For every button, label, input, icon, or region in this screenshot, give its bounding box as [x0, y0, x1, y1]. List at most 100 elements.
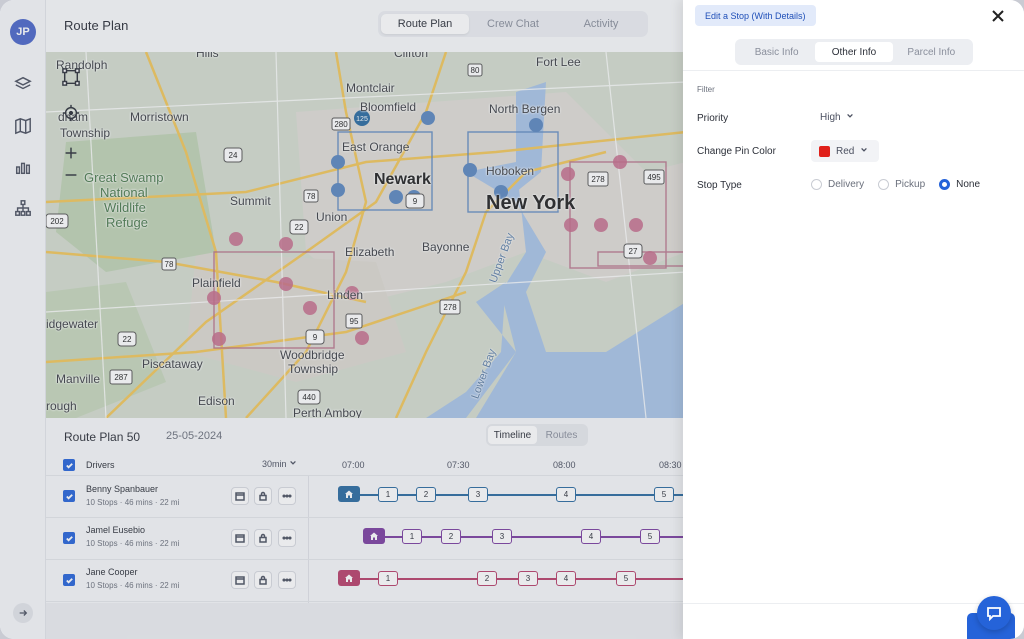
- stop-marker[interactable]: 3: [468, 487, 488, 502]
- driver-name: Jane Cooper: [86, 567, 138, 577]
- tab-crew-chat[interactable]: Crew Chat: [469, 14, 557, 34]
- hierarchy-icon[interactable]: [13, 198, 33, 218]
- home-icon[interactable]: [363, 528, 385, 544]
- map-label: Perth Amboy: [293, 406, 362, 418]
- tab-other-info[interactable]: Other Info: [815, 42, 893, 62]
- tab-timeline[interactable]: Timeline: [488, 426, 537, 444]
- driver-checkbox[interactable]: [63, 490, 75, 502]
- home-icon[interactable]: [338, 486, 360, 502]
- home-icon[interactable]: [338, 570, 360, 586]
- time-label: 08:30: [659, 460, 682, 470]
- svg-text:22: 22: [123, 335, 132, 344]
- stop-marker[interactable]: 3: [518, 571, 538, 586]
- stop-marker[interactable]: 5: [640, 529, 660, 544]
- stop-marker[interactable]: 3: [492, 529, 512, 544]
- calendar-icon[interactable]: [231, 487, 249, 505]
- more-icon[interactable]: [278, 487, 296, 505]
- tab-route-plan[interactable]: Route Plan: [381, 14, 469, 34]
- draw-area-icon[interactable]: [58, 64, 84, 90]
- map-label: Hills: [196, 52, 219, 60]
- close-icon[interactable]: [990, 8, 1006, 24]
- map-label: Refuge: [106, 215, 148, 230]
- lock-icon[interactable]: [254, 529, 272, 547]
- map-label: Fort Lee: [536, 55, 581, 69]
- svg-text:78: 78: [165, 260, 174, 269]
- stop-marker[interactable]: 1: [402, 529, 422, 544]
- tab-routes[interactable]: Routes: [537, 426, 586, 444]
- map-label: Montclair: [346, 81, 395, 95]
- driver-name: Benny Spanbauer: [86, 484, 159, 494]
- svg-text:202: 202: [50, 217, 64, 226]
- plan-date: 25-05-2024: [166, 430, 223, 442]
- map-label: New York: [486, 192, 576, 214]
- priority-value: High: [820, 112, 841, 123]
- timeline-panel: Route Plan 50 25-05-2024 Timeline Routes…: [46, 418, 686, 603]
- table-row: Benny Spanbauer 10 Stops · 46 mins · 22 …: [46, 476, 686, 518]
- driver-meta: 10 Stops · 46 mins · 22 mi: [86, 498, 180, 507]
- lock-icon[interactable]: [254, 571, 272, 589]
- stop-type-radios: Delivery Pickup None: [811, 179, 980, 190]
- priority-label: Priority: [697, 113, 729, 124]
- stop-marker[interactable]: 2: [477, 571, 497, 586]
- stop-marker[interactable]: 2: [416, 487, 436, 502]
- svg-text:495: 495: [647, 173, 661, 182]
- calendar-icon[interactable]: [231, 529, 249, 547]
- stop-marker[interactable]: 4: [581, 529, 601, 544]
- stop-type-label: Stop Type: [697, 180, 742, 191]
- tab-activity[interactable]: Activity: [557, 14, 645, 34]
- stop-marker[interactable]: 5: [616, 571, 636, 586]
- interval-select[interactable]: 30min: [262, 459, 297, 469]
- radio-pickup[interactable]: Pickup: [878, 179, 925, 190]
- calendar-icon[interactable]: [231, 571, 249, 589]
- more-icon[interactable]: [278, 529, 296, 547]
- more-icon[interactable]: [278, 571, 296, 589]
- expand-arrow-icon[interactable]: [13, 603, 33, 623]
- left-rail: JP: [0, 0, 46, 639]
- stop-marker[interactable]: 4: [556, 571, 576, 586]
- time-label: 07:30: [447, 460, 470, 470]
- map-label: Newark: [374, 171, 431, 188]
- priority-select[interactable]: High: [820, 112, 854, 123]
- stop-marker[interactable]: 5: [654, 487, 674, 502]
- radio-delivery[interactable]: Delivery: [811, 179, 864, 190]
- stop-marker[interactable]: 2: [441, 529, 461, 544]
- lock-icon[interactable]: [254, 487, 272, 505]
- map-view[interactable]: 125 80 78 22 9 78 95 278 9 22 287 440 27…: [46, 52, 686, 418]
- svg-text:440: 440: [302, 393, 316, 402]
- driver-checkbox[interactable]: [63, 532, 75, 544]
- map-label: Bayonne: [422, 240, 470, 254]
- driver-checkbox[interactable]: [63, 574, 75, 586]
- svg-text:280: 280: [334, 120, 348, 129]
- tab-basic-info[interactable]: Basic Info: [738, 42, 815, 62]
- svg-text:78: 78: [307, 192, 316, 201]
- pin-color-value: Red: [836, 145, 855, 157]
- chart-icon[interactable]: [13, 157, 33, 177]
- view-tabs: Timeline Routes: [486, 424, 588, 446]
- select-all-checkbox[interactable]: [63, 459, 75, 471]
- map-label: Linden: [327, 288, 364, 302]
- app-window: JP Route Plan Route Plan Crew Chat Activ…: [0, 0, 1024, 639]
- tab-parcel-info[interactable]: Parcel Info: [893, 42, 970, 62]
- layers-icon[interactable]: [13, 74, 33, 94]
- stop-marker[interactable]: 4: [556, 487, 576, 502]
- map-label: Clifton: [394, 52, 429, 60]
- radio-none[interactable]: None: [939, 179, 980, 190]
- zoom-out-icon[interactable]: [58, 162, 84, 188]
- stop-marker[interactable]: 1: [378, 571, 398, 586]
- stop-marker[interactable]: 1: [378, 487, 398, 502]
- chevron-down-icon: [289, 459, 297, 469]
- map-label: Summit: [230, 194, 271, 208]
- map-label: Township: [288, 362, 339, 376]
- pin-color-select[interactable]: Red: [811, 140, 879, 162]
- time-label: 08:00: [553, 460, 576, 470]
- map-label: Edison: [198, 394, 235, 408]
- map-label: East Orange: [342, 140, 410, 154]
- map-icon[interactable]: [13, 116, 33, 136]
- interval-value: 30min: [262, 459, 287, 469]
- divider: [683, 70, 1024, 71]
- svg-text:278: 278: [443, 303, 457, 312]
- avatar[interactable]: JP: [10, 19, 36, 45]
- chat-icon[interactable]: [977, 596, 1011, 630]
- svg-text:24: 24: [229, 151, 238, 160]
- locate-icon[interactable]: [58, 100, 84, 126]
